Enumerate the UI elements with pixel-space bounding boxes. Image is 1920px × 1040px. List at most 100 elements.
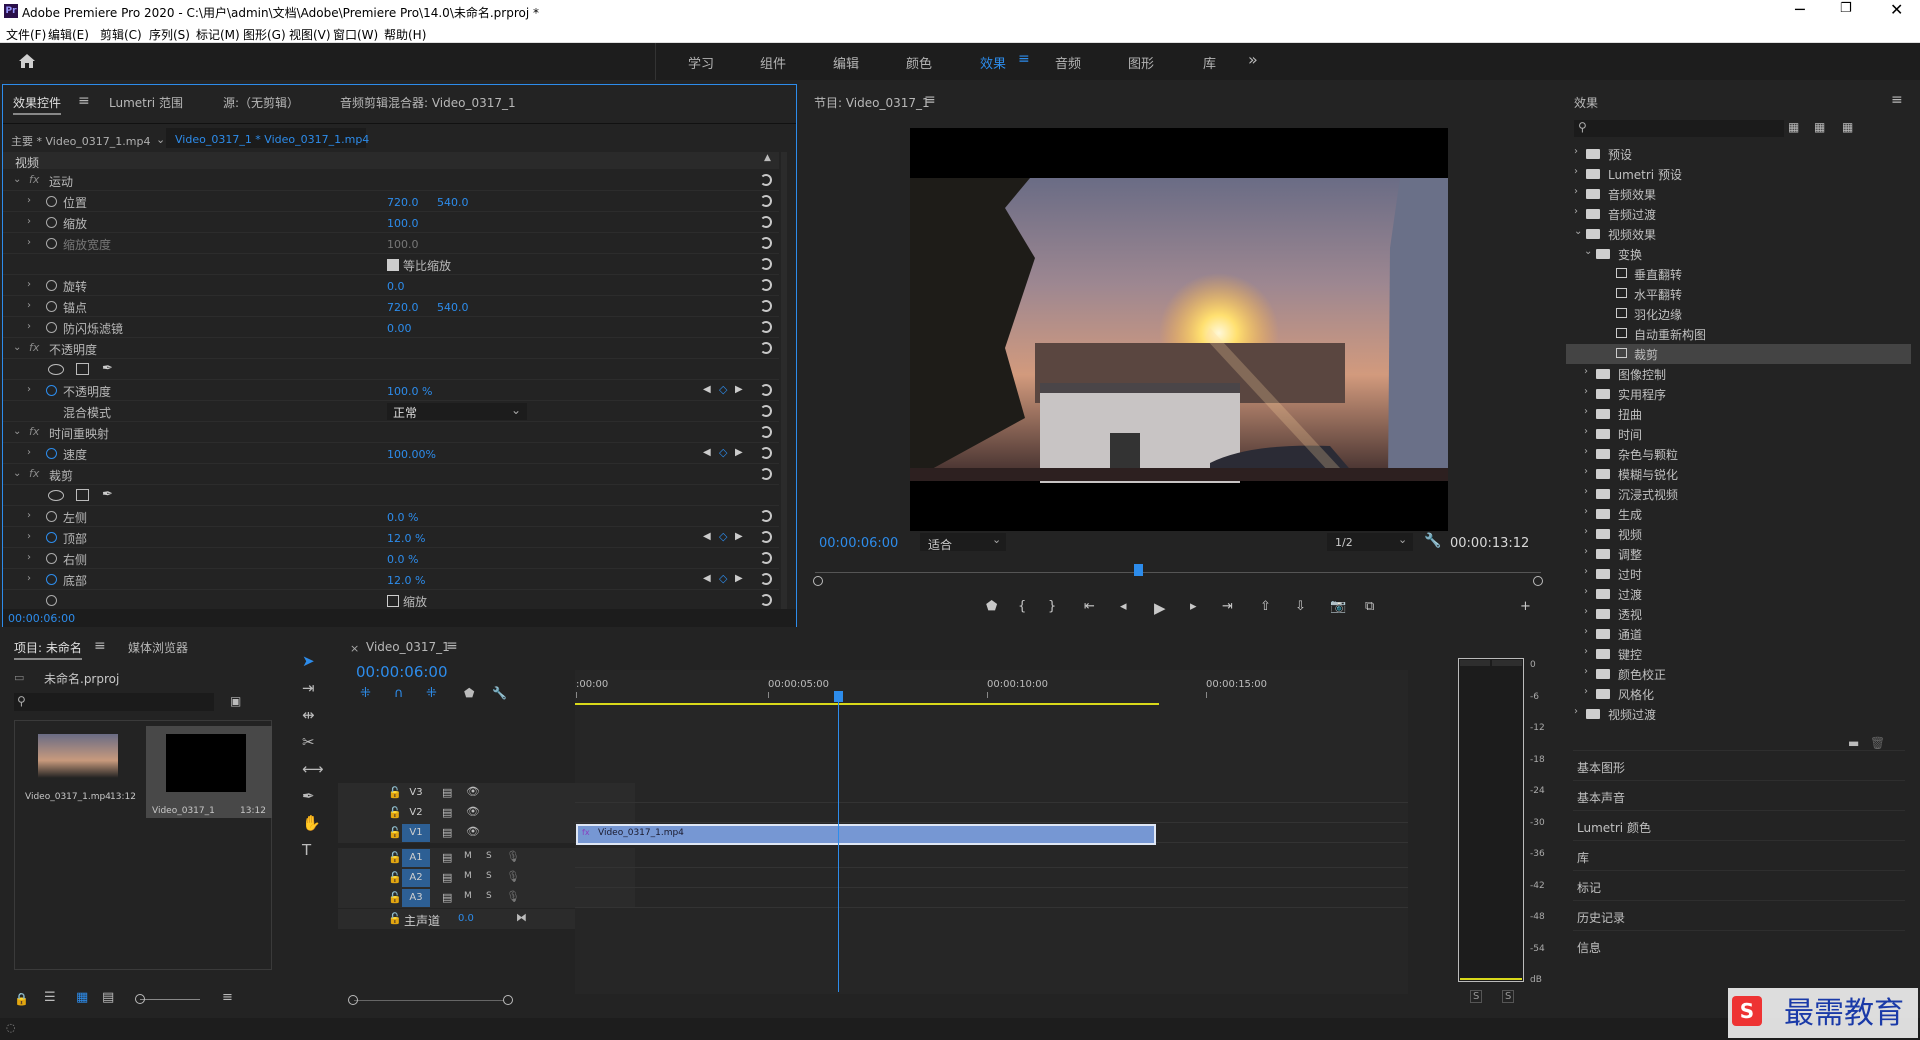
property-value[interactable]: 0.0 % [387, 553, 418, 566]
marker-icon[interactable]: ⬟ [986, 599, 997, 614]
effect-tree-item[interactable]: › 时间 [1566, 424, 1911, 444]
timeline-timecode[interactable]: 00:00:06:00 [356, 663, 448, 681]
next-keyframe-icon[interactable]: ▶ [735, 573, 743, 584]
chevron-right-icon[interactable]: › [27, 300, 31, 311]
lock-icon[interactable]: 🔒 [14, 992, 29, 1006]
reset-icon[interactable] [760, 279, 772, 291]
stopwatch-icon[interactable] [46, 532, 57, 543]
chevron-right-icon[interactable]: › [1584, 466, 1588, 477]
new-bin-icon[interactable]: ▣ [230, 694, 241, 708]
quality-select[interactable]: 1/2 [1335, 536, 1353, 549]
eye-icon[interactable]: 👁 [466, 825, 480, 838]
minimize-icon[interactable]: ─ [1795, 0, 1805, 19]
menu-item[interactable]: 剪辑(C) [100, 26, 142, 43]
reset-icon[interactable] [760, 195, 772, 207]
menu-item[interactable]: 帮助(H) [384, 26, 426, 43]
master-clip-label[interactable]: 主要 * Video_0317_1.mp4 [11, 133, 151, 149]
chevron-down-icon[interactable]: ⌄ [13, 426, 21, 437]
chevron-right-icon[interactable]: › [1574, 186, 1578, 197]
workspace-tab[interactable]: 效果 [980, 53, 1006, 72]
program-title[interactable]: 节目: Video_0317_1 [814, 94, 930, 111]
reset-icon[interactable] [760, 300, 772, 312]
project-tab[interactable]: 项目: 未命名 [14, 639, 82, 660]
go-to-in-icon[interactable]: ⇤ [1084, 599, 1095, 614]
lock-icon[interactable]: 🔓 [388, 871, 402, 884]
next-keyframe-icon[interactable]: ▶ [735, 384, 743, 395]
ec-timecode[interactable]: 00:00:06:00 [8, 612, 75, 625]
compare-icon[interactable]: ⧉ [1365, 599, 1374, 614]
chevron-right-icon[interactable]: › [1584, 546, 1588, 557]
chevron-right-icon[interactable]: › [27, 237, 31, 248]
workspace-tab[interactable]: 音频 [1055, 53, 1081, 72]
nest-icon[interactable]: ⁜ [360, 686, 371, 701]
panel-menu-icon[interactable]: ≡ [78, 93, 90, 109]
chevron-right-icon[interactable]: › [1584, 386, 1588, 397]
pen-tool-icon[interactable]: ✒ [302, 787, 315, 805]
workspace-tab[interactable]: 图形 [1128, 53, 1154, 72]
reset-icon[interactable] [760, 447, 772, 459]
wrench-icon[interactable]: 🔧 [1424, 533, 1441, 549]
menu-item[interactable]: 标记(M) [196, 26, 240, 43]
reset-icon[interactable] [760, 405, 772, 417]
menu-item[interactable]: 图形(G) [243, 26, 286, 43]
ellipse-mask-icon[interactable] [48, 364, 64, 375]
stopwatch-icon[interactable] [46, 574, 57, 585]
chevron-right-icon[interactable]: › [1584, 486, 1588, 497]
panel-menu-icon[interactable]: ≡ [446, 638, 458, 654]
new-bin-icon[interactable]: ▬ [1848, 736, 1859, 750]
track-label[interactable]: A1 [402, 849, 430, 867]
chevron-right-icon[interactable]: › [27, 552, 31, 563]
program-timecode[interactable]: 00:00:06:00 [819, 536, 898, 551]
prev-keyframe-icon[interactable]: ◀ [703, 447, 711, 458]
chevron-down-icon[interactable]: ⌄ [156, 133, 165, 146]
effect-tree-item[interactable]: › 扭曲 [1566, 404, 1911, 424]
mute-button[interactable]: M [464, 891, 472, 901]
reset-icon[interactable] [760, 258, 772, 270]
stopwatch-icon[interactable] [46, 553, 57, 564]
timeline-clip[interactable]: fx Video_0317_1.mp4 [576, 824, 1156, 845]
effect-tree-item[interactable]: › 沉浸式视频 [1566, 484, 1911, 504]
zoom-slider[interactable] [135, 994, 145, 1004]
program-playhead[interactable] [1134, 564, 1143, 576]
side-panel-tab[interactable]: Lumetri 颜色 [1573, 810, 1905, 840]
side-panel-tab[interactable]: 信息 [1573, 930, 1905, 960]
type-tool-icon[interactable]: T [302, 841, 311, 859]
prev-keyframe-icon[interactable]: ◀ [703, 573, 711, 584]
chevron-down-icon[interactable]: ⌄ [13, 342, 21, 353]
effect-tree-item[interactable]: 羽化边缘 [1566, 304, 1911, 324]
track-select-icon[interactable]: ⇥ [302, 679, 315, 697]
stopwatch-icon[interactable] [46, 448, 57, 459]
property-value[interactable]: 0.0 [387, 280, 405, 293]
stopwatch-icon[interactable] [46, 385, 57, 396]
side-panel-tab[interactable]: 历史记录 [1573, 900, 1905, 930]
lock-icon[interactable]: 🔓 [388, 806, 402, 819]
effect-tree-item[interactable]: › 生成 [1566, 504, 1911, 524]
lock-icon[interactable]: 🔓 [388, 912, 402, 925]
go-to-out-icon[interactable]: ⇥ [1222, 599, 1233, 614]
menu-item[interactable]: 序列(S) [149, 26, 190, 43]
solo-left-button[interactable]: S [1470, 990, 1483, 1003]
reset-icon[interactable] [760, 384, 772, 396]
collapse-up-icon[interactable]: ▲ [764, 153, 771, 163]
pen-mask-icon[interactable]: ✒ [102, 487, 113, 502]
timeline-scroll-right[interactable] [503, 995, 513, 1005]
chevron-right-icon[interactable]: › [1574, 146, 1578, 157]
effect-tree-item[interactable]: › 预设 [1566, 144, 1911, 164]
reset-icon[interactable] [760, 573, 772, 585]
add-keyframe-icon[interactable]: ◇ [719, 572, 727, 585]
ec-tab[interactable]: 源:（无剪辑） [223, 94, 299, 111]
next-keyframe-icon[interactable]: ▶ [735, 447, 743, 458]
close-icon[interactable]: × [350, 642, 359, 655]
razor-tool-icon[interactable]: ✂ [302, 733, 315, 751]
stopwatch-icon[interactable] [46, 301, 57, 312]
reset-icon[interactable] [760, 342, 772, 354]
delete-icon[interactable]: 🗑 [1870, 736, 1885, 750]
chevron-right-icon[interactable]: › [27, 195, 31, 206]
chevron-right-icon[interactable]: › [1584, 586, 1588, 597]
hand-tool-icon[interactable]: ✋ [302, 814, 321, 832]
chevron-right-icon[interactable]: › [1584, 506, 1588, 517]
property-value[interactable]: 12.0 % [387, 574, 425, 587]
effect-tree-item[interactable]: › 音频效果 [1566, 184, 1911, 204]
chevron-right-icon[interactable]: › [1584, 626, 1588, 637]
project-item[interactable]: Video_0317_1 13:12 [146, 726, 272, 818]
